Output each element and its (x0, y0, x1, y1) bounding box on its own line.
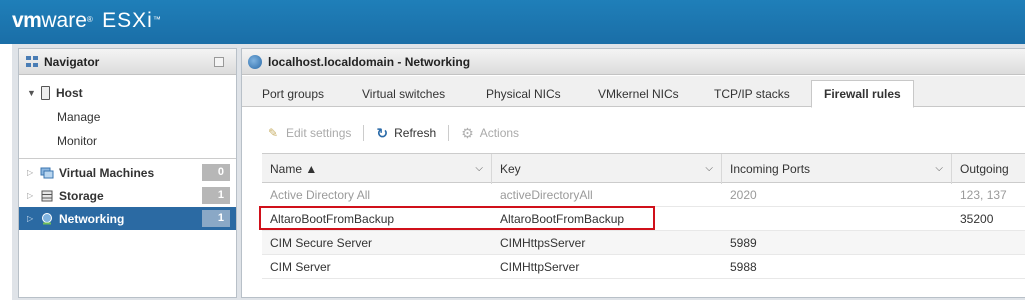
expand-arrow-icon[interactable]: ▷ (27, 168, 37, 177)
tab-firewall-rules[interactable]: Firewall rules (811, 80, 914, 108)
cell-incoming-ports: 2020 (730, 188, 757, 202)
nav-item-label: Networking (59, 211, 125, 226)
page-title: localhost.localdomain - Networking (268, 54, 471, 69)
host-node[interactable]: ▼ Host (19, 81, 236, 105)
toolbar-separator (448, 125, 450, 141)
grid-header: Name ▲ ⌵ Key ⌵ Incoming Ports ⌵ Outgoing (262, 153, 1025, 184)
storage-icon (41, 190, 53, 201)
cell-incoming-ports: 5988 (730, 260, 757, 274)
network-icon (42, 212, 52, 224)
table-row[interactable]: CIM Server CIMHttpServer 5988 (262, 255, 1025, 279)
content-header: localhost.localdomain - Networking (242, 49, 1025, 75)
collapse-navigator-button[interactable] (214, 57, 224, 67)
cell-outgoing-ports (952, 255, 1025, 279)
column-label: Outgoing (960, 162, 1009, 176)
refresh-button[interactable]: ↻ Refresh (376, 125, 436, 142)
column-header-outgoing[interactable]: Outgoing (952, 154, 1025, 184)
tab-port-groups[interactable]: Port groups (250, 82, 336, 107)
gear-icon: ⚙ (461, 124, 474, 141)
expand-arrow-icon[interactable]: ▼ (27, 88, 37, 98)
vm-icon (40, 167, 54, 178)
actions-label: Actions (479, 126, 520, 140)
top-banner: vmware® ESXi™ (0, 0, 1025, 44)
cell-name: Active Directory All (270, 188, 371, 202)
brand-vm: vm (12, 9, 42, 32)
brand-ware: ware (41, 9, 87, 32)
count-badge: 0 (202, 164, 230, 181)
tab-physical-nics[interactable]: Physical NICs (474, 82, 573, 107)
nav-item-label: Virtual Machines (59, 165, 155, 180)
edit-settings-label: Edit settings (286, 126, 352, 140)
networking-panel: localhost.localdomain - Networking Port … (241, 48, 1025, 298)
count-badge: 1 (202, 187, 230, 204)
chevron-down-icon[interactable]: ⌵ (935, 154, 943, 184)
column-header-name[interactable]: Name ▲ ⌵ (262, 154, 492, 184)
navigator-list: ▷ Virtual Machines 0 ▷ Storage 1 ▷ Netwo… (19, 161, 236, 230)
tab-vmkernel-nics[interactable]: VMkernel NICs (586, 82, 691, 107)
vmware-esxi-logo: vmware® ESXi™ (12, 9, 161, 33)
nav-item-monitor[interactable]: Monitor (19, 129, 236, 153)
cell-outgoing-ports: 35200 (960, 212, 994, 226)
refresh-icon: ↻ (376, 124, 389, 141)
tab-virtual-switches[interactable]: Virtual switches (350, 82, 457, 107)
cell-outgoing-ports (952, 231, 1025, 255)
cell-outgoing-ports: 123, 137 (960, 188, 1007, 202)
toolbar-separator (363, 125, 365, 141)
product-name: ESXi (102, 9, 153, 32)
navigator-icon (25, 55, 39, 69)
column-label: Key (500, 162, 521, 176)
chevron-down-icon[interactable]: ⌵ (705, 154, 713, 184)
product-trademark: ™ (152, 15, 161, 24)
cell-key: activeDirectoryAll (500, 188, 593, 202)
brand-registered: ® (86, 15, 93, 24)
host-icon (41, 86, 50, 100)
refresh-label: Refresh (394, 126, 437, 140)
cell-incoming-ports: 5989 (730, 236, 757, 250)
edit-settings-button[interactable]: ✎ Edit settings (268, 126, 351, 140)
pencil-icon: ✎ (268, 126, 279, 140)
expand-arrow-icon[interactable]: ▷ (27, 214, 37, 223)
tab-tcpip-stacks[interactable]: TCP/IP stacks (702, 82, 802, 107)
host-tree: ▼ Host Manage Monitor (19, 81, 236, 153)
count-badge: 1 (202, 210, 230, 227)
nav-item-label: Storage (59, 188, 104, 203)
cell-name: CIM Secure Server (270, 236, 373, 250)
table-row[interactable]: CIM Secure Server CIMHttpsServer 5989 (262, 231, 1025, 255)
actions-button[interactable]: ⚙ Actions (461, 125, 519, 142)
navigator-header: Navigator (19, 49, 236, 75)
column-header-incoming-ports[interactable]: Incoming Ports ⌵ (722, 154, 952, 184)
cell-name: CIM Server (270, 260, 331, 274)
nav-item-manage[interactable]: Manage (19, 105, 236, 129)
networking-globe-icon (248, 54, 262, 69)
nav-item-virtual-machines[interactable]: ▷ Virtual Machines 0 (19, 161, 236, 184)
cell-incoming-ports (722, 207, 952, 231)
nav-item-networking[interactable]: ▷ Networking 1 (19, 207, 236, 230)
navigator-title: Navigator (44, 54, 100, 69)
chevron-down-icon[interactable]: ⌵ (475, 154, 483, 184)
tab-bar: Port groups Virtual switches Physical NI… (242, 76, 1025, 108)
navigator-panel: Navigator ▼ Host Manage Monitor ▷ Virtua… (18, 48, 237, 298)
column-label: Incoming Ports (730, 162, 811, 176)
navigator-divider (19, 158, 236, 159)
nav-item-storage[interactable]: ▷ Storage 1 (19, 184, 236, 207)
expand-arrow-icon[interactable]: ▷ (27, 191, 37, 200)
cell-key: CIMHttpsServer (500, 236, 586, 250)
toolbar: ✎ Edit settings ↻ Refresh ⚙ Actions (242, 121, 519, 145)
column-label: Name ▲ (270, 162, 318, 176)
highlight-annotation-box (259, 206, 655, 230)
cell-key: CIMHttpServer (500, 260, 580, 274)
host-label: Host (56, 86, 83, 100)
column-header-key[interactable]: Key ⌵ (492, 154, 722, 184)
table-row[interactable]: Active Directory All activeDirectoryAll … (262, 183, 1025, 207)
